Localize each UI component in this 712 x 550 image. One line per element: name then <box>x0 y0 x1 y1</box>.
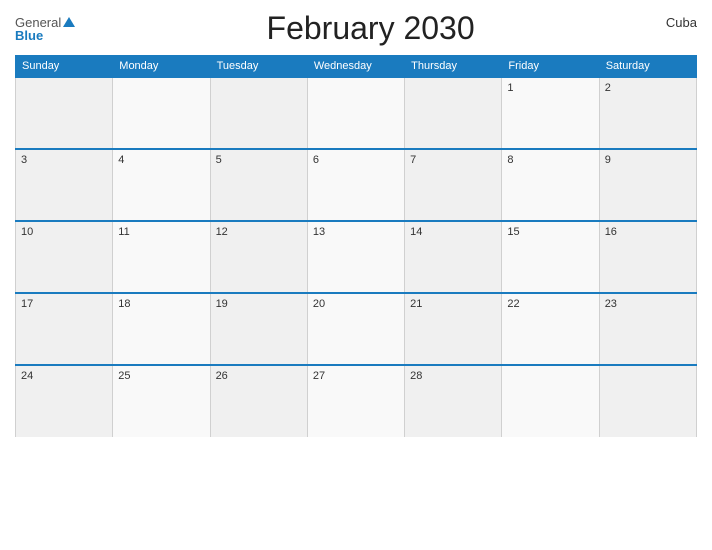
day-number: 11 <box>118 226 129 238</box>
day-number: 13 <box>313 226 325 238</box>
calendar-container: General Blue February 2030 Cuba Sunday M… <box>0 0 712 550</box>
calendar-title: February 2030 <box>75 10 666 47</box>
day-number: 7 <box>410 154 416 166</box>
day-number: 25 <box>118 370 130 382</box>
day-number: 12 <box>216 226 228 238</box>
calendar-week-row: 10 11 12 13 14 15 16 <box>16 221 697 293</box>
day-number: 26 <box>216 370 228 382</box>
calendar-day-cell: 11 <box>113 221 210 293</box>
day-number: 1 <box>507 82 513 94</box>
calendar-day-cell: 5 <box>210 149 307 221</box>
calendar-day-cell: 9 <box>599 149 696 221</box>
calendar-day-cell: 13 <box>307 221 404 293</box>
calendar-table: Sunday Monday Tuesday Wednesday Thursday… <box>15 55 697 437</box>
calendar-day-cell: 16 <box>599 221 696 293</box>
day-number: 8 <box>507 154 513 166</box>
country-label: Cuba <box>666 10 697 30</box>
day-number: 5 <box>216 154 222 166</box>
header-monday: Monday <box>113 56 210 78</box>
day-number: 4 <box>118 154 124 166</box>
logo: General Blue <box>15 16 75 42</box>
day-number: 27 <box>313 370 325 382</box>
calendar-day-cell: 3 <box>16 149 113 221</box>
calendar-day-cell <box>599 365 696 437</box>
day-number: 24 <box>21 370 33 382</box>
day-number: 14 <box>410 226 422 238</box>
calendar-week-row: 17 18 19 20 21 22 23 <box>16 293 697 365</box>
calendar-day-cell: 15 <box>502 221 599 293</box>
day-number: 10 <box>21 226 33 238</box>
day-number: 17 <box>21 298 33 310</box>
calendar-day-cell: 19 <box>210 293 307 365</box>
calendar-day-cell: 17 <box>16 293 113 365</box>
calendar-day-cell <box>16 77 113 149</box>
calendar-header-row: Sunday Monday Tuesday Wednesday Thursday… <box>16 56 697 78</box>
calendar-day-cell <box>210 77 307 149</box>
calendar-day-cell: 28 <box>405 365 502 437</box>
day-number: 19 <box>216 298 228 310</box>
calendar-day-cell: 24 <box>16 365 113 437</box>
calendar-day-cell: 25 <box>113 365 210 437</box>
calendar-header: General Blue February 2030 Cuba <box>15 10 697 47</box>
calendar-day-cell <box>405 77 502 149</box>
calendar-day-cell: 6 <box>307 149 404 221</box>
calendar-day-cell: 22 <box>502 293 599 365</box>
calendar-day-cell: 7 <box>405 149 502 221</box>
calendar-day-cell: 20 <box>307 293 404 365</box>
day-number: 15 <box>507 226 519 238</box>
day-number: 22 <box>507 298 519 310</box>
calendar-body: 1234567891011121314151617181920212223242… <box>16 77 697 437</box>
header-thursday: Thursday <box>405 56 502 78</box>
calendar-week-row: 24 25 26 27 28 <box>16 365 697 437</box>
weekday-header-row: Sunday Monday Tuesday Wednesday Thursday… <box>16 56 697 78</box>
header-saturday: Saturday <box>599 56 696 78</box>
calendar-day-cell: 18 <box>113 293 210 365</box>
header-wednesday: Wednesday <box>307 56 404 78</box>
logo-triangle-icon <box>63 17 75 27</box>
day-number: 28 <box>410 370 422 382</box>
day-number: 2 <box>605 82 611 94</box>
calendar-day-cell: 4 <box>113 149 210 221</box>
calendar-day-cell: 23 <box>599 293 696 365</box>
calendar-day-cell: 2 <box>599 77 696 149</box>
calendar-day-cell <box>307 77 404 149</box>
day-number: 20 <box>313 298 325 310</box>
calendar-week-row: 3 4 5 6 7 8 9 <box>16 149 697 221</box>
calendar-day-cell: 12 <box>210 221 307 293</box>
logo-blue-text: Blue <box>15 29 43 42</box>
calendar-week-row: 12 <box>16 77 697 149</box>
calendar-day-cell <box>113 77 210 149</box>
day-number: 21 <box>410 298 422 310</box>
calendar-day-cell: 10 <box>16 221 113 293</box>
header-tuesday: Tuesday <box>210 56 307 78</box>
calendar-day-cell: 27 <box>307 365 404 437</box>
logo-general-text: General <box>15 16 61 29</box>
header-sunday: Sunday <box>16 56 113 78</box>
header-friday: Friday <box>502 56 599 78</box>
calendar-day-cell: 26 <box>210 365 307 437</box>
day-number: 18 <box>118 298 130 310</box>
day-number: 16 <box>605 226 617 238</box>
calendar-day-cell: 1 <box>502 77 599 149</box>
calendar-day-cell: 14 <box>405 221 502 293</box>
day-number: 23 <box>605 298 617 310</box>
calendar-day-cell: 8 <box>502 149 599 221</box>
day-number: 9 <box>605 154 611 166</box>
day-number: 6 <box>313 154 319 166</box>
calendar-day-cell <box>502 365 599 437</box>
calendar-day-cell: 21 <box>405 293 502 365</box>
day-number: 3 <box>21 154 27 166</box>
